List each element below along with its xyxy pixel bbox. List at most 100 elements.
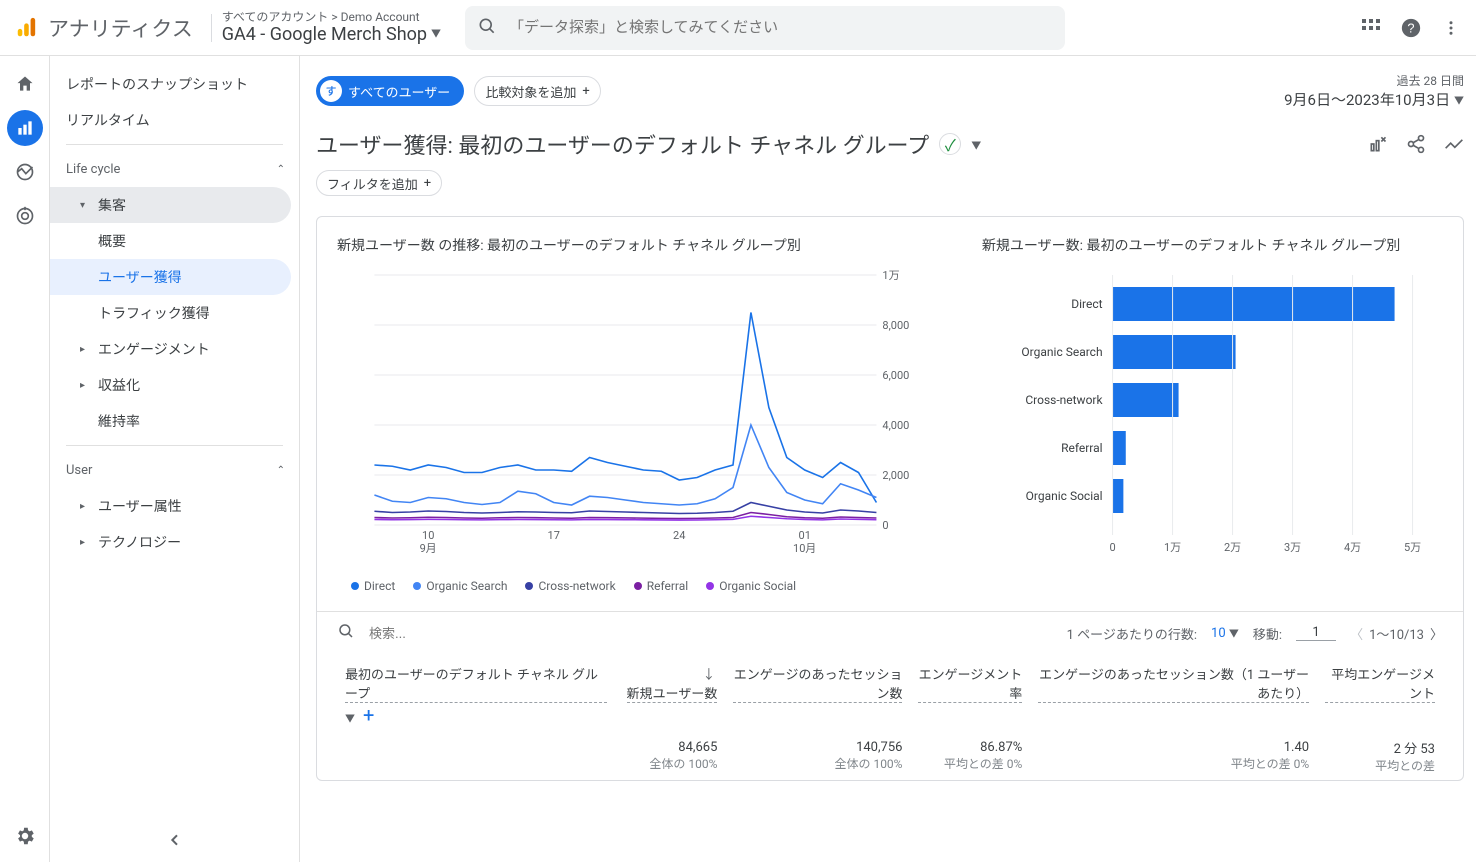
dimension-header[interactable]: 最初のユーザーのデフォルト チャネル グループ ▼+	[337, 654, 615, 732]
sidebar-retention[interactable]: 維持率	[50, 403, 299, 439]
sidebar-snapshot[interactable]: レポートのスナップショット	[50, 66, 299, 102]
goto-label: 移動:	[1253, 624, 1282, 643]
chevron-down-icon: ▼	[1454, 92, 1464, 107]
help-icon[interactable]: ?	[1400, 17, 1422, 39]
bar-chart-title: 新規ユーザー数: 最初のユーザーのデフォルト チャネル グループ別	[982, 235, 1443, 255]
svg-text:Direct: Direct	[1071, 297, 1102, 311]
main-content: すすべてのユーザー 比較対象を追加+ 過去 28 日間 9月6日～2023年10…	[300, 56, 1476, 862]
page-title: ユーザー獲得: 最初のユーザーのデフォルト チャネル グループ	[316, 128, 929, 160]
plus-icon: +	[424, 176, 431, 191]
search-icon	[337, 622, 355, 644]
svg-text:0: 0	[1109, 541, 1115, 554]
search-icon	[477, 16, 497, 40]
prev-page-button[interactable]: 〈	[1350, 624, 1363, 643]
rows-per-page-label: 1 ページあたりの行数:	[1067, 624, 1197, 643]
svg-text:01: 01	[799, 529, 811, 542]
legend-item[interactable]: Organic Search	[413, 579, 507, 593]
rail-admin[interactable]	[7, 818, 43, 854]
svg-text:1万: 1万	[1164, 541, 1181, 554]
apps-icon[interactable]	[1362, 19, 1380, 37]
goto-input[interactable]: 1	[1296, 625, 1336, 641]
sidebar-acquisition-user[interactable]: ユーザー獲得	[50, 259, 291, 295]
chevron-down-icon: ▼	[1229, 629, 1239, 640]
search-box[interactable]	[465, 6, 1065, 50]
line-chart-title: 新規ユーザー数 の推移: 最初のユーザーのデフォルト チャネル グループ別	[337, 235, 952, 255]
total-cell: 84,665全体の 100%	[615, 732, 725, 781]
date-range-picker[interactable]: 過去 28 日間 9月6日～2023年10月3日▼	[1284, 72, 1464, 110]
report-card: 新規ユーザー数 の推移: 最初のユーザーのデフォルト チャネル グループ別 0 2…	[316, 216, 1464, 781]
status-ok-icon[interactable]: ✓	[939, 133, 961, 155]
property-name: GA4 - Google Merch Shop	[222, 24, 427, 46]
insights-icon[interactable]	[1444, 134, 1464, 154]
plus-icon: +	[582, 84, 589, 99]
data-table: 最初のユーザーのデフォルト チャネル グループ ▼+↓新規ユーザー数エンゲージの…	[337, 654, 1443, 780]
rows-per-page-select[interactable]: 10 ▼	[1211, 625, 1239, 641]
chevron-right-icon: ▸	[80, 537, 90, 548]
chip-all-users[interactable]: すすべてのユーザー	[316, 76, 464, 106]
page-range: 1～10/13	[1369, 624, 1424, 643]
rail-home[interactable]	[7, 66, 43, 102]
sidebar-technology[interactable]: ▸テクノロジー	[50, 524, 299, 560]
sidebar-engagement[interactable]: ▸エンゲージメント	[50, 331, 299, 367]
svg-text:4万: 4万	[1344, 541, 1361, 554]
chart-legend: Direct Organic Search Cross-network Referra…	[317, 569, 1463, 611]
svg-text:4,000: 4,000	[882, 419, 909, 432]
add-filter-chip[interactable]: フィルタを追加+	[316, 170, 442, 196]
chip-add-comparison[interactable]: 比較対象を追加+	[474, 76, 600, 106]
metric-header[interactable]: 平均エンゲージメント	[1317, 654, 1443, 732]
chevron-up-icon: ⌃	[277, 465, 285, 476]
chevron-right-icon: ▸	[80, 344, 90, 355]
rail-reports[interactable]	[7, 110, 43, 146]
legend-item[interactable]: Organic Social	[706, 579, 796, 593]
sidebar-collapse[interactable]	[50, 832, 299, 848]
sidebar-acquisition-traffic[interactable]: トラフィック獲得	[50, 295, 299, 331]
more-icon[interactable]	[1442, 19, 1460, 37]
sidebar-section-lifecycle[interactable]: Life cycle⌃	[50, 151, 299, 187]
svg-text:2万: 2万	[1224, 541, 1241, 554]
line-chart: 02,0004,0006,0008,0001万109月17240110月	[337, 265, 952, 565]
nav-rail	[0, 56, 50, 862]
svg-text:10: 10	[422, 529, 434, 542]
rail-explore[interactable]	[7, 154, 43, 190]
chevron-down-icon: ▼	[431, 29, 441, 41]
property-selector[interactable]: すべてのアカウント > Demo Account GA4 - Google Me…	[222, 10, 441, 46]
svg-text:Organic Social: Organic Social	[1026, 489, 1103, 503]
rail-advertising[interactable]	[7, 198, 43, 234]
legend-item[interactable]: Direct	[351, 579, 395, 593]
customize-report-icon[interactable]	[1368, 134, 1388, 154]
sidebar-realtime[interactable]: リアルタイム	[50, 102, 299, 138]
divider	[211, 14, 212, 42]
chevron-down-icon[interactable]: ▼	[971, 137, 981, 152]
svg-text:5万: 5万	[1404, 541, 1421, 554]
analytics-logo-icon	[8, 17, 44, 39]
metric-header[interactable]: エンゲージメント率	[910, 654, 1030, 732]
total-cell: 1.40平均との差 0%	[1030, 732, 1317, 781]
sidebar-user-attributes[interactable]: ▸ユーザー属性	[50, 488, 299, 524]
sidebar-section-user[interactable]: User⌃	[50, 452, 299, 488]
next-page-button[interactable]: 〉	[1430, 624, 1443, 643]
total-cell: 86.87%平均との差 0%	[910, 732, 1030, 781]
share-icon[interactable]	[1406, 134, 1426, 154]
metric-header[interactable]: ↓新規ユーザー数	[615, 654, 725, 732]
table-search-input[interactable]	[369, 626, 569, 641]
svg-text:2,000: 2,000	[882, 469, 909, 482]
chevron-down-icon: ▾	[80, 200, 90, 211]
legend-item[interactable]: Referral	[634, 579, 689, 593]
svg-text:?: ?	[1407, 20, 1414, 35]
svg-text:6,000: 6,000	[882, 369, 909, 382]
sidebar-monetization[interactable]: ▸収益化	[50, 367, 299, 403]
metric-header[interactable]: エンゲージのあったセッション数	[725, 654, 910, 732]
svg-text:0: 0	[882, 519, 888, 532]
chevron-right-icon: ▸	[80, 501, 90, 512]
svg-text:Cross-network: Cross-network	[1025, 393, 1103, 407]
svg-text:8,000: 8,000	[882, 319, 909, 332]
legend-item[interactable]: Cross-network	[525, 579, 615, 593]
add-column-button[interactable]: +	[355, 703, 374, 727]
metric-header[interactable]: エンゲージのあったセッション数（1 ユーザーあたり）	[1030, 654, 1317, 732]
search-input[interactable]	[509, 19, 1053, 36]
sidebar-acquisition-overview[interactable]: 概要	[50, 223, 299, 259]
bar-chart: DirectOrganic SearchCross-networkReferra…	[982, 265, 1443, 569]
svg-text:Organic Search: Organic Search	[1021, 345, 1102, 359]
sidebar-acquisition[interactable]: ▾集客	[50, 187, 291, 223]
svg-text:1万: 1万	[882, 269, 899, 282]
